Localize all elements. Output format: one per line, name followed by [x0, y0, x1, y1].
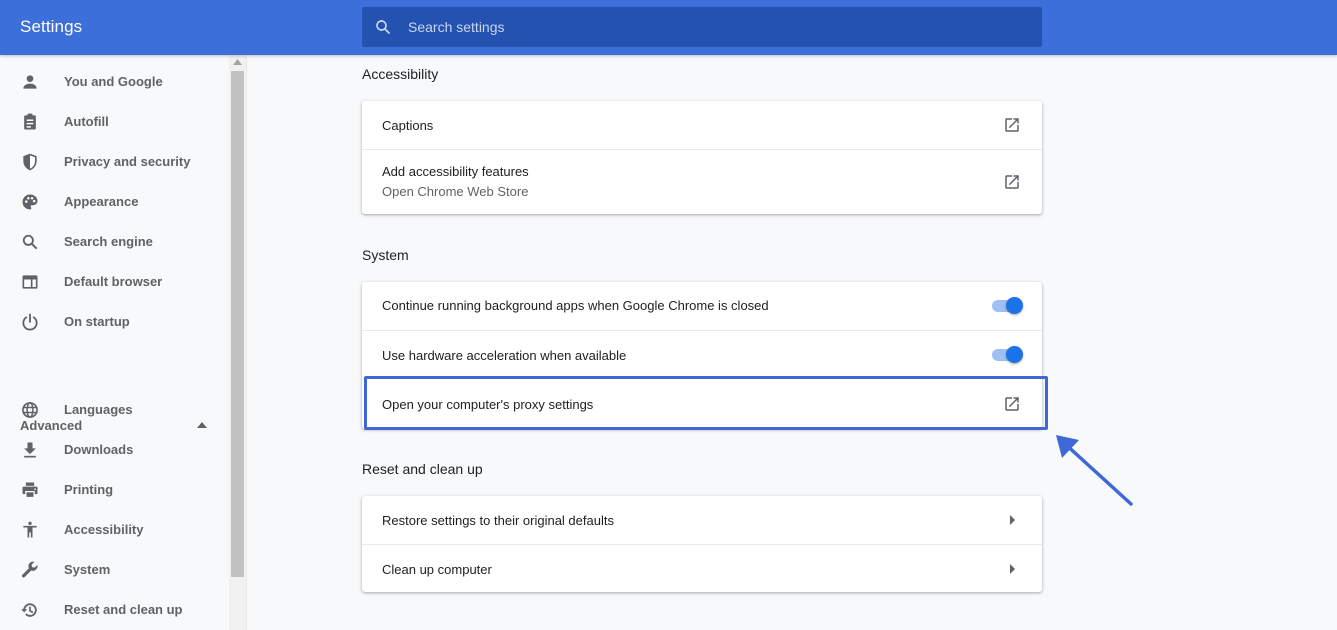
search-icon [376, 20, 390, 34]
sidebar-item-you-and-google[interactable]: You and Google [0, 62, 229, 102]
sidebar-item-label: System [64, 562, 111, 577]
sidebar-item-search-engine[interactable]: Search engine [0, 222, 229, 262]
sidebar-item-privacy-and-security[interactable]: Privacy and security [0, 142, 229, 182]
clipboard-icon [24, 113, 36, 130]
sidebar-item-label: Privacy and security [64, 154, 191, 169]
arrow-right-icon [1010, 515, 1015, 525]
arrow-right-icon [1010, 564, 1015, 574]
sidebar-item-label: Autofill [64, 114, 109, 129]
app-title: Settings [20, 17, 83, 36]
toggle-knob [1006, 346, 1023, 363]
wrench-icon [21, 561, 38, 578]
scroll-up-arrow-icon[interactable] [233, 59, 242, 65]
annotation-arrow-icon [1056, 435, 1133, 506]
open-external-icon[interactable] [1003, 173, 1021, 191]
background-apps-toggle[interactable] [990, 296, 1024, 316]
sidebar-item-autofill[interactable]: Autofill [0, 102, 229, 142]
hardware-acceleration-row[interactable]: Use hardware acceleration when available [362, 330, 1042, 379]
sidebar-item-on-startup[interactable]: On startup [0, 302, 229, 342]
open-web-store-sublabel: Open Chrome Web Store [382, 184, 529, 199]
add-accessibility-features-label: Add accessibility features [382, 164, 529, 179]
clean-up-computer-label: Clean up computer [382, 562, 492, 577]
background-apps-row[interactable]: Continue running background apps when Go… [362, 282, 1042, 330]
proxy-settings-row[interactable]: Open your computer's proxy settings [362, 378, 1042, 430]
sidebar-item-default-browser[interactable]: Default browser [0, 262, 229, 302]
sidebar-item-reset-and-clean-up[interactable]: Reset and clean up [0, 590, 229, 630]
sidebar-item-label: Printing [64, 482, 114, 497]
section-title-accessibility: Accessibility [362, 66, 439, 82]
sidebar-item-label: Appearance [64, 194, 139, 209]
section-title-reset: Reset and clean up [362, 461, 483, 477]
shield-icon [23, 153, 37, 171]
top-bar: Settings [0, 0, 1337, 55]
captions-label: Captions [382, 118, 434, 133]
sidebar-item-appearance[interactable]: Appearance [0, 182, 229, 222]
person-icon [23, 75, 37, 89]
sidebar-item-label: Downloads [64, 442, 134, 457]
section-title-system: System [362, 247, 409, 263]
search-box[interactable] [362, 7, 1042, 47]
accessibility-icon [23, 521, 37, 538]
reset-card: Restore settings to their original defau… [362, 496, 1042, 592]
add-accessibility-features-row[interactable]: Add accessibility features Open Chrome W… [362, 149, 1042, 215]
restore-defaults-row[interactable]: Restore settings to their original defau… [362, 496, 1042, 544]
printer-icon [22, 482, 38, 499]
sidebar-scrollbar[interactable] [229, 55, 247, 630]
proxy-settings-label: Open your computer's proxy settings [382, 397, 594, 412]
sidebar-item-label: On startup [64, 314, 130, 329]
sidebar-item-label: Languages [64, 402, 133, 417]
hardware-acceleration-toggle[interactable] [990, 345, 1024, 365]
open-external-icon[interactable] [1003, 395, 1021, 413]
open-external-icon[interactable] [1003, 116, 1021, 134]
globe-icon [22, 402, 38, 418]
palette-icon [22, 194, 38, 210]
scrollbar-thumb[interactable] [231, 71, 244, 577]
sidebar-item-accessibility[interactable]: Accessibility [0, 510, 229, 550]
sidebar-item-printing[interactable]: Printing [0, 470, 229, 510]
sidebar-item-label: Search engine [64, 234, 153, 249]
search-icon [22, 234, 38, 250]
sidebar-item-label: Default browser [64, 274, 163, 289]
toggle-knob [1006, 297, 1023, 314]
accessibility-card: Captions Add accessibility features Open… [362, 101, 1042, 214]
search-input[interactable] [408, 7, 1008, 47]
sidebar-item-label: Reset and clean up [64, 602, 183, 617]
sidebar: You and Google Autofill Privacy and secu… [0, 55, 229, 630]
sidebar-item-label: Accessibility [64, 522, 144, 537]
clean-up-computer-row[interactable]: Clean up computer [362, 544, 1042, 593]
sidebar-item-label: You and Google [64, 74, 163, 89]
restore-defaults-label: Restore settings to their original defau… [382, 513, 614, 528]
sidebar-item-system[interactable]: System [0, 550, 229, 590]
sidebar-item-downloads[interactable]: Downloads [0, 430, 229, 470]
sidebar-item-languages[interactable]: Languages [0, 390, 229, 430]
power-icon [22, 313, 38, 331]
captions-row[interactable]: Captions [362, 101, 1042, 149]
download-icon [24, 442, 36, 458]
history-icon [21, 603, 37, 617]
hardware-acceleration-label: Use hardware acceleration when available [382, 348, 627, 363]
background-apps-label: Continue running background apps when Go… [382, 298, 769, 313]
browser-icon [22, 275, 38, 289]
system-card: Continue running background apps when Go… [362, 282, 1042, 429]
